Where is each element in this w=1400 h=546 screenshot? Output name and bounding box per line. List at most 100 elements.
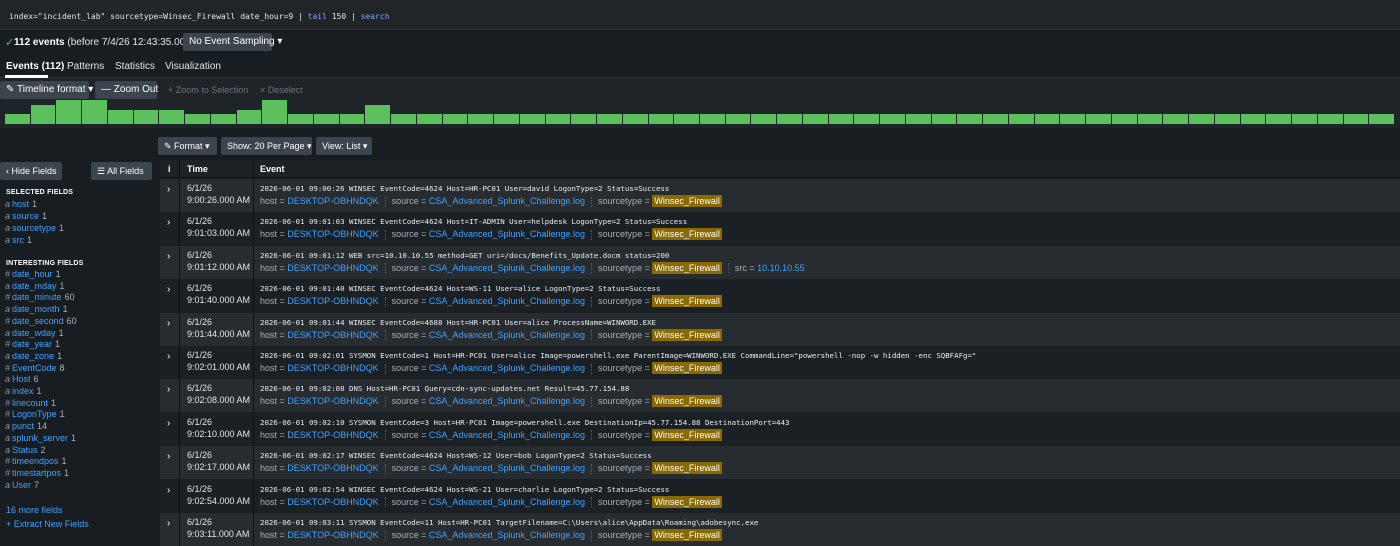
host-value[interactable]: DESKTOP-OBHNDQK <box>287 396 378 406</box>
sourcetype-value[interactable]: Winsec_Firewall <box>652 228 722 241</box>
field-item-src[interactable]: a src 1 <box>5 235 32 245</box>
histogram-bar[interactable] <box>1008 114 1034 124</box>
histogram-bar[interactable] <box>725 114 751 124</box>
field-item-sourcetype[interactable]: a sourcetype 1 <box>5 223 64 233</box>
expand-chevron-icon[interactable]: › <box>167 485 170 496</box>
host-value[interactable]: DESKTOP-OBHNDQK <box>287 229 378 239</box>
column-time[interactable]: Time <box>187 164 208 174</box>
field-item-date_zone[interactable]: a date_zone 1 <box>5 351 62 361</box>
histogram-bar[interactable] <box>828 114 854 124</box>
histogram-bar[interactable] <box>648 114 674 124</box>
field-item-date_wday[interactable]: a date_wday 1 <box>5 328 64 338</box>
source-value[interactable]: CSA_Advanced_Splunk_Challenge.log <box>429 497 585 507</box>
source-value[interactable]: CSA_Advanced_Splunk_Challenge.log <box>429 530 585 540</box>
sourcetype-value[interactable]: Winsec_Firewall <box>652 362 722 374</box>
all-fields-button[interactable]: ☰ All Fields <box>91 162 152 180</box>
format-button[interactable]: ✎ Format ▾ <box>158 137 217 155</box>
source-value[interactable]: CSA_Advanced_Splunk_Challenge.log <box>429 330 585 340</box>
source-value[interactable]: CSA_Advanced_Splunk_Challenge.log <box>429 430 585 440</box>
histogram-bar[interactable] <box>1214 114 1240 124</box>
expand-chevron-icon[interactable]: › <box>167 217 170 228</box>
sourcetype-value[interactable]: Winsec_Firewall <box>652 462 722 475</box>
tab-statistics[interactable]: Statistics <box>115 61 155 72</box>
field-item-logontype[interactable]: # LogonType 1 <box>5 409 65 419</box>
histogram-bar[interactable] <box>288 114 313 124</box>
field-item-punct[interactable]: a punct 14 <box>5 421 47 431</box>
view-dropdown[interactable]: View: List ▾ <box>316 137 372 155</box>
host-value[interactable]: DESKTOP-OBHNDQK <box>287 363 378 373</box>
source-value[interactable]: CSA_Advanced_Splunk_Challenge.log <box>429 263 585 273</box>
field-item-date_month[interactable]: a date_month 1 <box>5 304 68 314</box>
histogram-bar[interactable] <box>880 114 905 124</box>
host-value[interactable]: DESKTOP-OBHNDQK <box>287 463 378 473</box>
histogram-bar[interactable] <box>802 114 828 124</box>
expand-chevron-icon[interactable]: › <box>167 184 170 195</box>
field-item-index[interactable]: a index 1 <box>5 386 42 396</box>
field-item-timestartpos[interactable]: # timestartpos 1 <box>5 468 69 478</box>
histogram-bar[interactable] <box>107 110 133 124</box>
source-value[interactable]: CSA_Advanced_Splunk_Challenge.log <box>429 396 585 406</box>
expand-chevron-icon[interactable]: › <box>167 251 170 262</box>
histogram-bar[interactable] <box>1034 114 1060 124</box>
histogram-bar[interactable] <box>1369 114 1394 124</box>
field-item-date_second[interactable]: # date_second 60 <box>5 316 77 326</box>
histogram-bar[interactable] <box>236 110 262 124</box>
histogram-bar[interactable] <box>545 114 571 124</box>
histogram-bar[interactable] <box>597 114 622 124</box>
more-fields-link[interactable]: 16 more fields <box>6 505 63 515</box>
hide-fields-button[interactable]: ‹ Hide Fields <box>0 162 62 180</box>
histogram-bar[interactable] <box>339 114 365 124</box>
expand-chevron-icon[interactable]: › <box>167 418 170 429</box>
expand-chevron-icon[interactable]: › <box>167 384 170 395</box>
field-item-splunk_server[interactable]: a splunk_server 1 <box>5 433 76 443</box>
expand-chevron-icon[interactable]: › <box>167 318 170 329</box>
sourcetype-value[interactable]: Winsec_Firewall <box>652 295 722 308</box>
histogram-bar[interactable] <box>391 114 416 124</box>
histogram-bar[interactable] <box>1266 114 1292 124</box>
histogram-bar[interactable] <box>1086 114 1111 124</box>
field-item-date_mday[interactable]: a date_mday 1 <box>5 281 65 291</box>
histogram-bar[interactable] <box>5 114 30 124</box>
search-query[interactable]: index="incident_lab" sourcetype=Winsec_F… <box>9 12 390 21</box>
histogram-bar[interactable] <box>56 100 82 124</box>
histogram-bar[interactable] <box>1163 114 1189 124</box>
field-item-linecount[interactable]: # linecount 1 <box>5 398 56 408</box>
histogram-bar[interactable] <box>905 114 931 124</box>
field-item-date_minute[interactable]: # date_minute 60 <box>5 292 75 302</box>
field-item-host[interactable]: a host 1 <box>5 199 37 209</box>
zoom-to-selection-link[interactable]: + Zoom to Selection <box>168 85 248 95</box>
field-item-host[interactable]: a Host 6 <box>5 374 39 384</box>
zoom-out-button[interactable]: — Zoom Out <box>95 81 158 99</box>
histogram-bar[interactable] <box>494 114 519 124</box>
histogram-bar[interactable] <box>674 114 699 124</box>
histogram-bar[interactable] <box>1343 114 1369 124</box>
timeline-histogram[interactable] <box>5 100 1395 124</box>
histogram-bar[interactable] <box>854 114 880 124</box>
tab-events[interactable]: Events (112) <box>6 61 64 72</box>
histogram-bar[interactable] <box>1292 114 1317 124</box>
histogram-bar[interactable] <box>82 100 107 124</box>
expand-chevron-icon[interactable]: › <box>167 351 170 362</box>
host-value[interactable]: DESKTOP-OBHNDQK <box>287 530 378 540</box>
histogram-bar[interactable] <box>185 114 210 124</box>
sourcetype-value[interactable]: Winsec_Firewall <box>652 261 722 274</box>
per-page-dropdown[interactable]: Show: 20 Per Page ▾ <box>221 137 312 155</box>
host-value[interactable]: DESKTOP-OBHNDQK <box>287 330 378 340</box>
histogram-bar[interactable] <box>700 114 725 124</box>
sourcetype-value[interactable]: Winsec_Firewall <box>652 529 722 541</box>
sourcetype-value[interactable]: Winsec_Firewall <box>652 428 722 441</box>
host-value[interactable]: DESKTOP-OBHNDQK <box>287 497 378 507</box>
histogram-bar[interactable] <box>1240 114 1266 124</box>
field-item-date_year[interactable]: # date_year 1 <box>5 339 60 349</box>
event-sampling-dropdown[interactable]: No Event Sampling ▾ <box>183 33 282 51</box>
host-value[interactable]: DESKTOP-OBHNDQK <box>287 263 378 273</box>
column-event[interactable]: Event <box>260 164 285 174</box>
histogram-bar[interactable] <box>1111 114 1137 124</box>
histogram-bar[interactable] <box>210 114 236 124</box>
sourcetype-value[interactable]: Winsec_Firewall <box>652 195 722 207</box>
host-value[interactable]: DESKTOP-OBHNDQK <box>287 196 378 206</box>
histogram-bar[interactable] <box>622 114 648 124</box>
expand-chevron-icon[interactable]: › <box>167 518 170 529</box>
histogram-bar[interactable] <box>777 114 802 124</box>
histogram-bar[interactable] <box>1317 114 1343 124</box>
